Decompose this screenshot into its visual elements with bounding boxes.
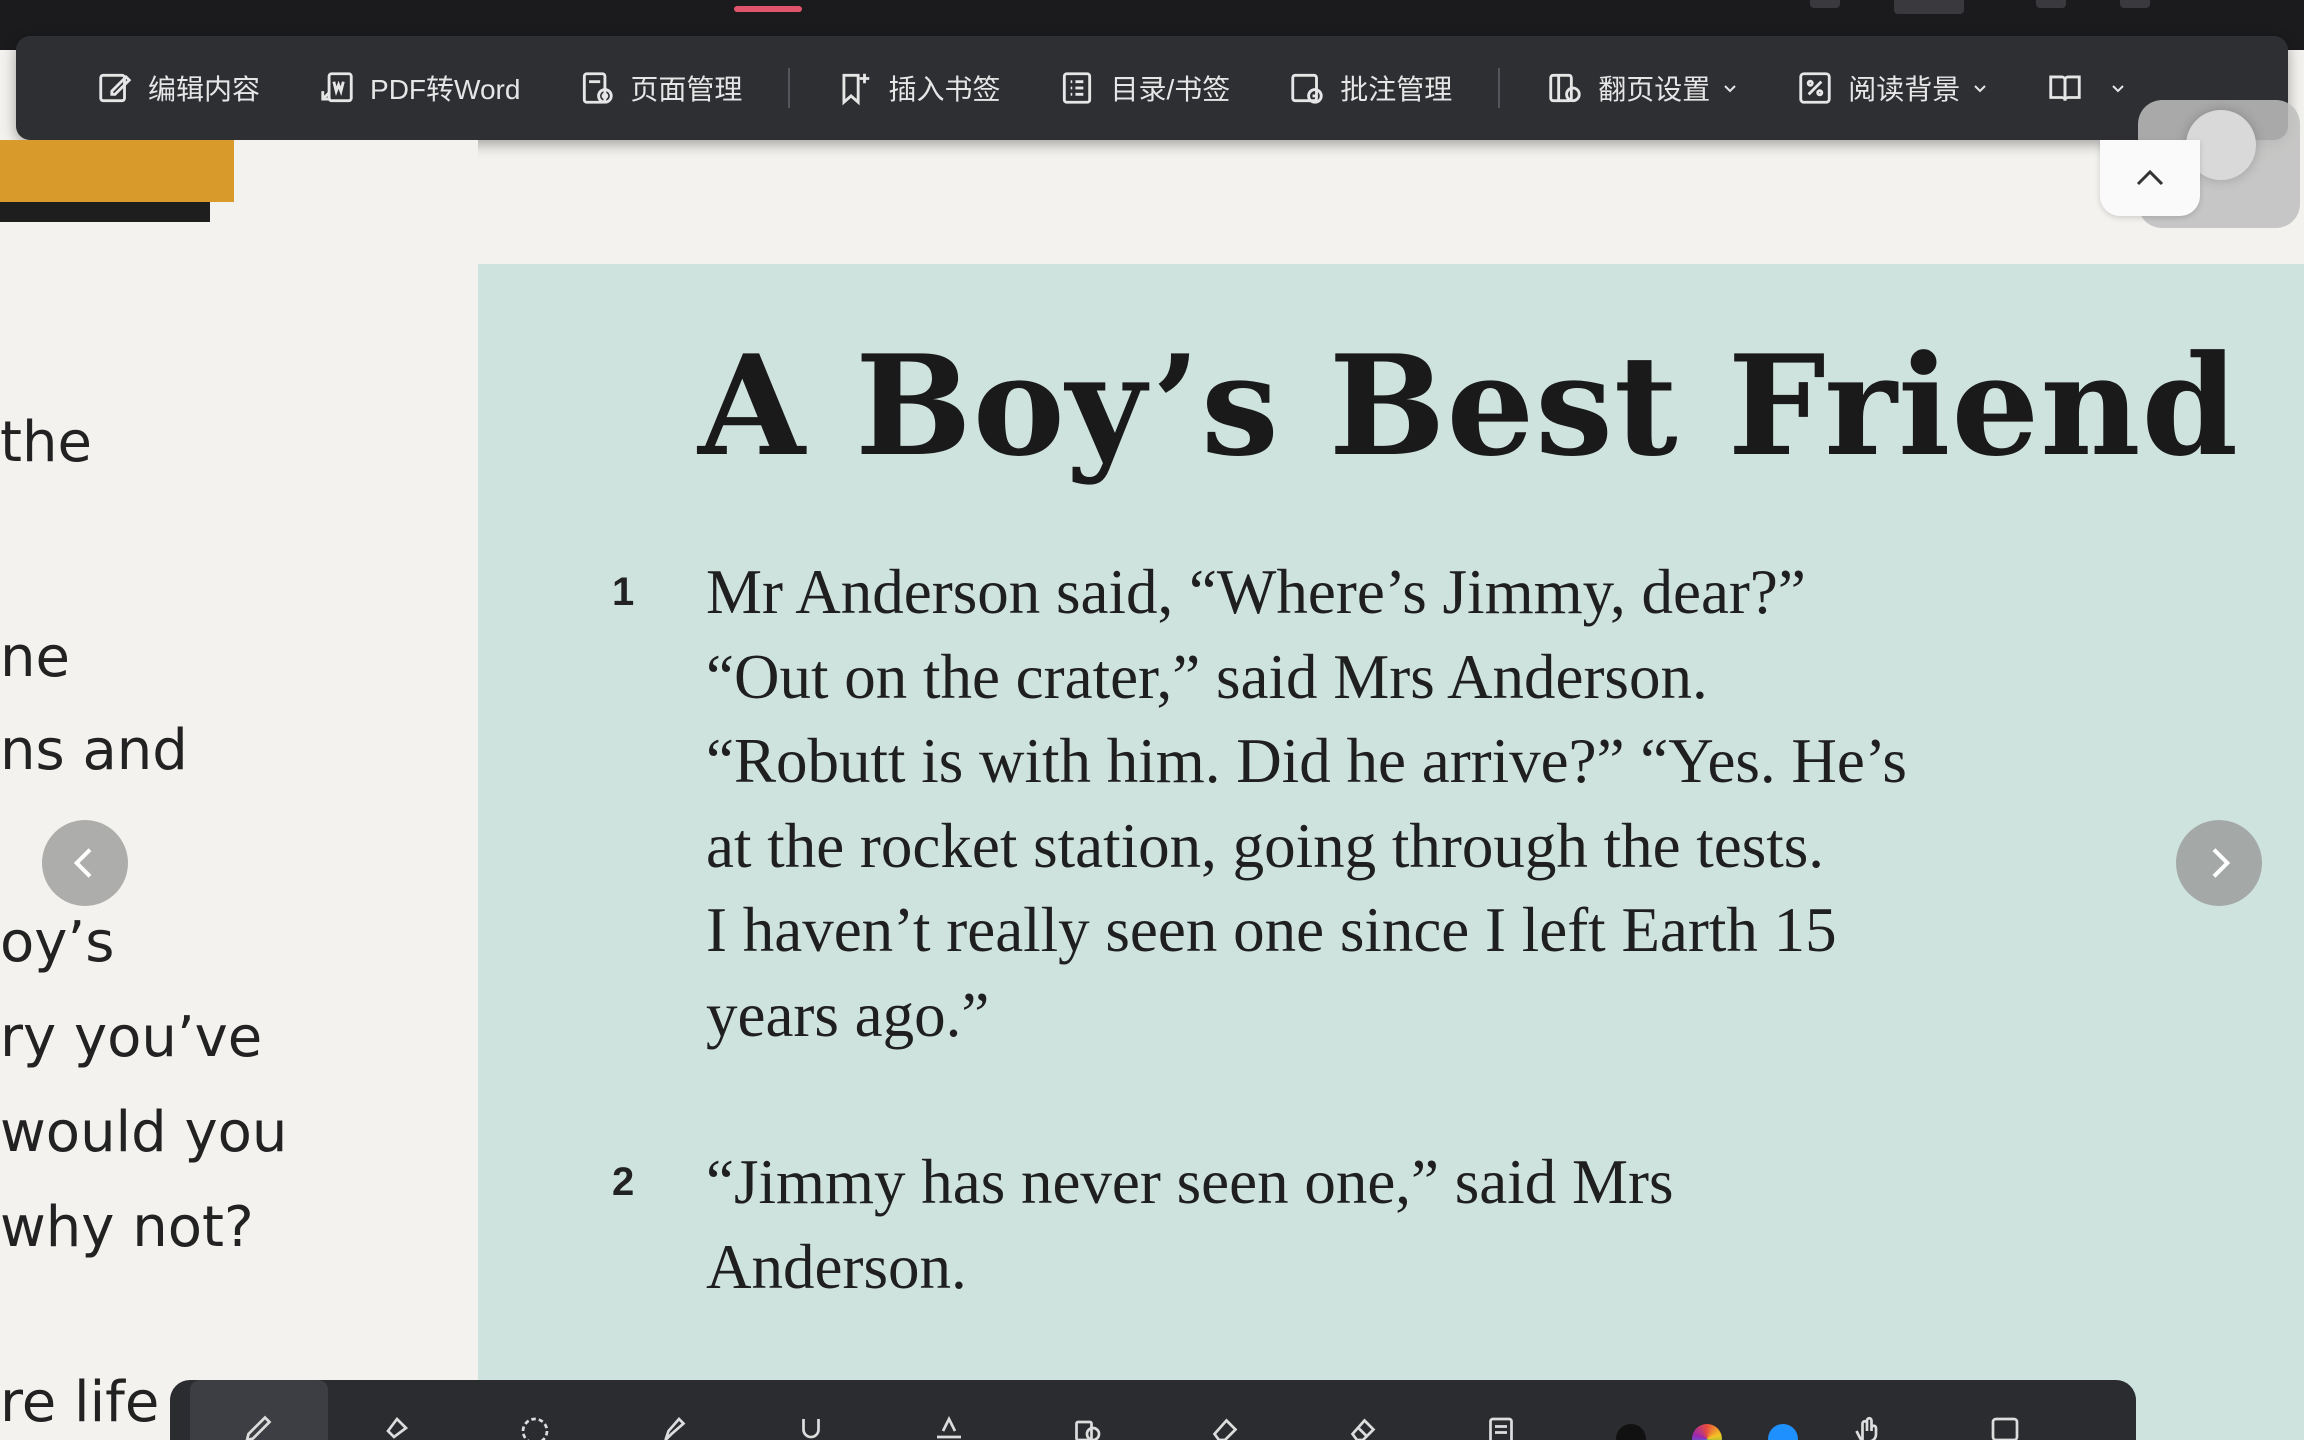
- left-page: the ne ns and oy’s ry you’ve would you w…: [0, 140, 478, 1440]
- highlighter-icon: [386, 1416, 409, 1439]
- lasso-tool[interactable]: [466, 1380, 604, 1440]
- window-control-icon[interactable]: [1810, 0, 1840, 8]
- insert-bookmark-button[interactable]: 插入书签: [836, 58, 1000, 118]
- toolbar-divider: [1498, 68, 1501, 108]
- chevron-left-icon: [73, 848, 92, 878]
- left-page-text-line: ns and: [0, 718, 188, 783]
- toc-icon: [1058, 69, 1096, 107]
- right-page: A Boy’s Best Friend 1 Mr Anderson said, …: [478, 264, 2304, 1440]
- text-line: I haven’t really seen one since I left E…: [706, 895, 1837, 965]
- shape-icon: [1075, 1420, 1101, 1440]
- chevron-down-icon: [2110, 80, 2126, 96]
- color-swatch-blue[interactable]: [1768, 1424, 1798, 1440]
- color-picker[interactable]: [1692, 1424, 1722, 1440]
- text-line: “Out on the crater,” said Mrs Anderson.: [706, 641, 1708, 712]
- more-icon: [1991, 1417, 2019, 1440]
- eraser-tool[interactable]: [1156, 1380, 1294, 1440]
- hand-icon: [1855, 1416, 1878, 1440]
- text-line: at the rocket station, going through the…: [706, 810, 1825, 881]
- text-line: Mr Anderson said, “Where’s Jimmy, dear?”: [706, 557, 1806, 627]
- active-tab-indicator: [734, 6, 802, 12]
- marker-icon: [664, 1417, 686, 1440]
- note-icon: [1489, 1417, 1513, 1440]
- page-turn-settings-dropdown[interactable]: 翻页设置: [1546, 58, 1738, 118]
- hand-tool[interactable]: [1798, 1380, 1936, 1440]
- next-page-button[interactable]: [2176, 820, 2262, 906]
- left-page-text-line: re life: [0, 1370, 160, 1435]
- paragraph-number: 2: [612, 1160, 635, 1204]
- paragraph-1: Mr Anderson said, “Where’s Jimmy, dear?”…: [706, 550, 1907, 1057]
- edit-content-button[interactable]: 编辑内容: [96, 58, 260, 118]
- pdf-to-word-button[interactable]: PDF转Word: [318, 58, 520, 118]
- text-line: “Robutt is with him. Did he arrive?” “Ye…: [706, 726, 1907, 796]
- eraser-all-icon: [1350, 1418, 1376, 1440]
- text-line: years ago.”: [706, 979, 990, 1050]
- previous-page-button[interactable]: [42, 820, 128, 906]
- left-page-text-line: oy’s: [0, 910, 115, 975]
- chevron-down-icon: [1722, 80, 1738, 96]
- section-header-block: [0, 140, 234, 202]
- lasso-icon: [521, 1417, 549, 1440]
- header-underline: [0, 202, 210, 222]
- left-page-text-line: would you: [0, 1100, 288, 1165]
- pen-icon: [245, 1415, 272, 1440]
- more-tool[interactable]: [1936, 1380, 2074, 1440]
- page-manage-button[interactable]: 页面管理: [578, 58, 742, 118]
- chevron-right-icon: [2212, 848, 2231, 878]
- edit-icon: [96, 69, 134, 107]
- text-line: “Jimmy has never seen one,” said Mrs: [706, 1147, 1674, 1217]
- pdf-toolbar: 编辑内容 PDF转Word 页面管理 插入书签 目录/书签 批注管理 翻页设置 …: [16, 36, 2288, 140]
- left-page-text-line: why not?: [0, 1195, 254, 1260]
- underline-icon: [802, 1419, 820, 1439]
- annotation-manage-icon: [1288, 69, 1326, 107]
- note-tool[interactable]: [1432, 1380, 1570, 1440]
- strikethrough-tool[interactable]: [880, 1380, 1018, 1440]
- chevron-down-icon: [1972, 80, 1988, 96]
- paragraph-number: 1: [612, 570, 635, 614]
- paragraph-2: “Jimmy has never seen one,” said Mrs And…: [706, 1140, 1674, 1309]
- shape-tool[interactable]: [1018, 1380, 1156, 1440]
- marker-tool[interactable]: [604, 1380, 742, 1440]
- underline-tool[interactable]: [742, 1380, 880, 1440]
- page-manage-icon: [578, 69, 616, 107]
- left-page-text-line: the: [0, 410, 92, 475]
- toolbar-divider: [788, 68, 791, 108]
- window-control-icon[interactable]: [2120, 0, 2150, 8]
- annotation-toolbar: [170, 1380, 2136, 1440]
- insert-bookmark-icon: [836, 69, 874, 107]
- article-title: A Boy’s Best Friend: [698, 324, 2240, 487]
- window-control-icon[interactable]: [1894, 0, 1964, 14]
- eraser-icon: [1212, 1418, 1238, 1440]
- left-page-text-line: ne: [0, 625, 70, 690]
- text-line: Anderson.: [706, 1231, 967, 1302]
- pdf-to-word-icon: [318, 69, 356, 107]
- reading-bg-icon: [1796, 69, 1834, 107]
- chevron-up-icon: [2136, 169, 2164, 186]
- book-view-dropdown[interactable]: [2046, 58, 2126, 118]
- left-page-text-line: ry you’ve: [0, 1005, 263, 1070]
- annotation-manage-button[interactable]: 批注管理: [1288, 58, 1452, 118]
- highlighter-tool[interactable]: [328, 1380, 466, 1440]
- eraser-all-tool[interactable]: [1294, 1380, 1432, 1440]
- scroll-to-top-button[interactable]: [2100, 140, 2200, 216]
- pen-tool[interactable]: [190, 1380, 328, 1440]
- reading-background-dropdown[interactable]: 阅读背景: [1796, 58, 1988, 118]
- strikethrough-icon: [937, 1415, 961, 1439]
- page-turn-icon: [1546, 69, 1584, 107]
- window-control-icon[interactable]: [2036, 0, 2066, 8]
- book-icon: [2046, 69, 2084, 107]
- color-swatch-black[interactable]: [1616, 1424, 1646, 1440]
- toc-bookmark-button[interactable]: 目录/书签: [1058, 58, 1230, 118]
